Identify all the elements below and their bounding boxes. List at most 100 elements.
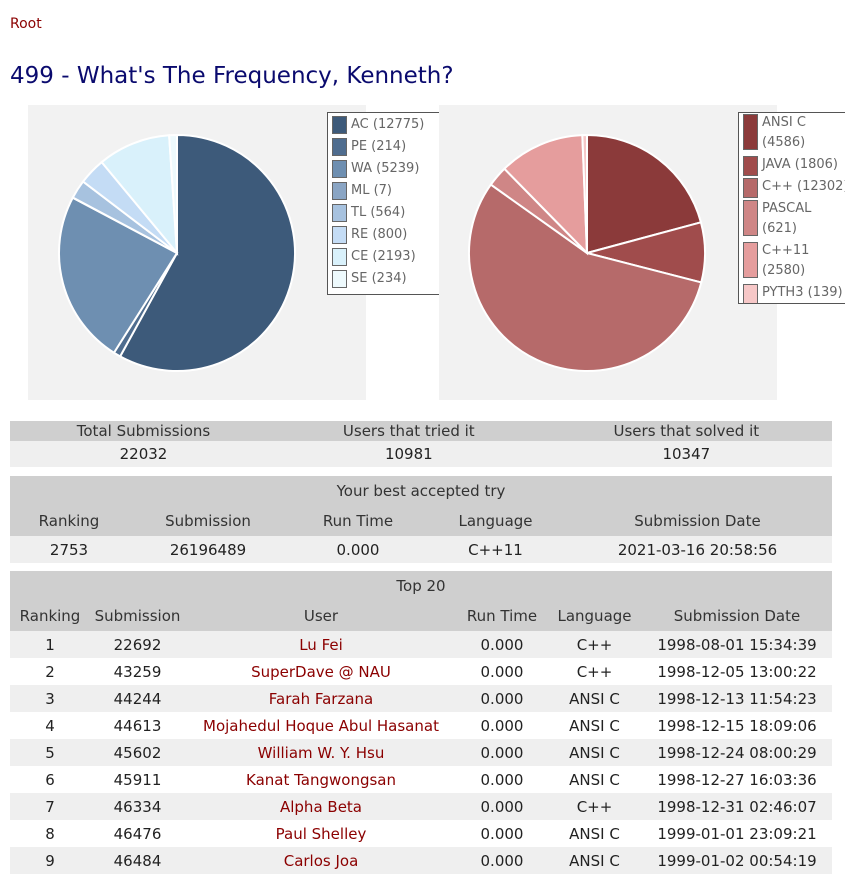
table-row: 9 46484 Carlos Joa 0.000 ANSI C 1999-01-02 00… (10, 847, 832, 874)
submission-cell: 44244 (90, 685, 185, 712)
verdict-legend-swatch (332, 160, 347, 178)
date-cell: 1999-01-01 23:09:21 (642, 820, 832, 847)
lang-legend-item: PASCAL (621) (739, 199, 845, 241)
top20-caption: Top 20 (10, 571, 832, 601)
best-header-submission: Submission (128, 506, 288, 536)
lang-legend-swatch (743, 178, 758, 198)
user-link[interactable]: William W. Y. Hsu (258, 744, 385, 762)
top20-header-submission: Submission (90, 601, 185, 631)
top20-header-runtime: Run Time (457, 601, 547, 631)
submission-cell: 44613 (90, 712, 185, 739)
language-cell: ANSI C (547, 739, 642, 766)
user-link[interactable]: Alpha Beta (280, 798, 362, 816)
best-try-caption: Your best accepted try (10, 476, 832, 506)
runtime-cell: 0.000 (457, 712, 547, 739)
language-cell: ANSI C (547, 685, 642, 712)
table-row: 2 43259 SuperDave @ NAU 0.000 C++ 1998-12-05 … (10, 658, 832, 685)
runtime-cell: 0.000 (457, 631, 547, 658)
runtime-cell: 0.000 (457, 793, 547, 820)
table-row: 4 44613 Mojahedul Hoque Abul Hasanat 0.000 A… (10, 712, 832, 739)
runtime-cell: 0.000 (457, 820, 547, 847)
date-cell: 1998-12-24 08:00:29 (642, 739, 832, 766)
user-link[interactable]: Carlos Joa (284, 852, 359, 870)
verdict-legend-label: AC (12775) (351, 117, 425, 132)
stats-tried: 10981 (276, 441, 541, 468)
runtime-cell: 0.000 (457, 739, 547, 766)
best-submission: 26196489 (128, 536, 288, 563)
submission-cell: 46476 (90, 820, 185, 847)
user-link[interactable]: Mojahedul Hoque Abul Hasanat (203, 717, 439, 735)
rank-cell: 1 (10, 631, 90, 658)
submission-cell: 46484 (90, 847, 185, 874)
language-pie-svg (468, 133, 706, 372)
table-row: 3 44244 Farah Farzana 0.000 ANSI C 1998-12-13… (10, 685, 832, 712)
lang-legend-item: PYTH3 (139) (739, 283, 845, 303)
rank-cell: 8 (10, 820, 90, 847)
user-cell: Mojahedul Hoque Abul Hasanat (185, 712, 457, 739)
lang-legend-item: ANSI C (4586) (739, 113, 845, 155)
verdict-legend-label: PE (214) (351, 139, 407, 154)
user-cell: Carlos Joa (185, 847, 457, 874)
best-header-date: Submission Date (563, 506, 832, 536)
user-link[interactable]: Lu Fei (299, 636, 343, 654)
lang-legend-item: JAVA (1806) (739, 155, 845, 177)
runtime-cell: 0.000 (457, 685, 547, 712)
lang-legend-item: C++ (12302) (739, 177, 845, 199)
verdict-pie-chart (28, 105, 366, 400)
verdict-legend-item: TL (564) (328, 203, 445, 225)
verdict-legend-swatch (332, 138, 347, 156)
submission-cell: 45602 (90, 739, 185, 766)
stats-header-solved: Users that solved it (540, 421, 832, 441)
verdict-legend-label: CE (2193) (351, 249, 416, 264)
runtime-cell: 0.000 (457, 847, 547, 874)
stats-total: 22032 (10, 441, 277, 468)
lang-legend-label: PASCAL (621) (762, 201, 812, 236)
table-row: 1 22692 Lu Fei 0.000 C++ 1998-08-01 15:34:39 (10, 631, 832, 658)
page-title: 499 - What's The Frequency, Kenneth? (10, 63, 454, 89)
best-header-ranking: Ranking (10, 506, 128, 536)
rank-cell: 7 (10, 793, 90, 820)
user-cell: William W. Y. Hsu (185, 739, 457, 766)
verdict-legend-swatch (332, 226, 347, 244)
top20-header-language: Language (547, 601, 642, 631)
user-link[interactable]: Farah Farzana (269, 690, 373, 708)
language-cell: ANSI C (547, 766, 642, 793)
rank-cell: 4 (10, 712, 90, 739)
best-header-language: Language (428, 506, 563, 536)
lang-legend-swatch (743, 284, 758, 303)
submission-cell: 45911 (90, 766, 185, 793)
verdict-legend-item: SE (234) (328, 269, 445, 291)
user-cell: Farah Farzana (185, 685, 457, 712)
verdict-legend-swatch (332, 182, 347, 200)
language-legend: ANSI C (4586) JAVA (1806) C++ (12302) PASCA… (738, 112, 845, 304)
submission-cell: 43259 (90, 658, 185, 685)
user-link[interactable]: SuperDave @ NAU (251, 663, 391, 681)
lang-legend-label: C++11 (2580) (762, 243, 810, 278)
best-date: 2021-03-16 20:58:56 (563, 536, 832, 563)
verdict-legend-item: ML (7) (328, 181, 445, 203)
stats-header-tried: Users that tried it (276, 421, 541, 441)
best-runtime: 0.000 (288, 536, 428, 563)
verdict-legend-label: WA (5239) (351, 161, 420, 176)
breadcrumb-root[interactable]: Root (10, 16, 42, 32)
rank-cell: 5 (10, 739, 90, 766)
rank-cell: 9 (10, 847, 90, 874)
best-try-table: Your best accepted try Ranking Submissio… (10, 476, 832, 563)
user-cell: SuperDave @ NAU (185, 658, 457, 685)
lang-legend-label: JAVA (1806) (762, 157, 838, 172)
date-cell: 1998-08-01 15:34:39 (642, 631, 832, 658)
submission-cell: 46334 (90, 793, 185, 820)
top20-header-date: Submission Date (642, 601, 832, 631)
verdict-legend-swatch (332, 116, 347, 134)
date-cell: 1998-12-05 13:00:22 (642, 658, 832, 685)
user-link[interactable]: Paul Shelley (276, 825, 367, 843)
lang-legend-label: PYTH3 (139) (762, 285, 843, 300)
language-cell: C++ (547, 631, 642, 658)
verdict-legend-item: CE (2193) (328, 247, 445, 269)
rank-cell: 2 (10, 658, 90, 685)
rank-cell: 6 (10, 766, 90, 793)
user-link[interactable]: Kanat Tangwongsan (246, 771, 396, 789)
table-row: 7 46334 Alpha Beta 0.000 C++ 1998-12-31 02:46… (10, 793, 832, 820)
runtime-cell: 0.000 (457, 766, 547, 793)
stats-header-total: Total Submissions (10, 421, 277, 441)
